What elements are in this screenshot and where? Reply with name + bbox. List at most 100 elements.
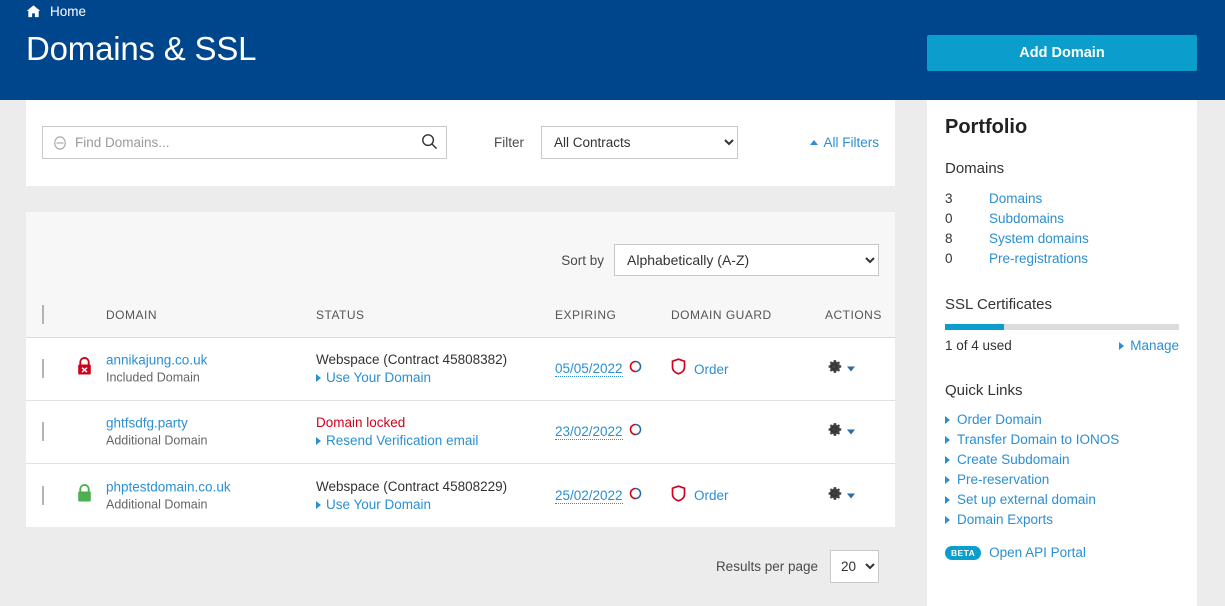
results-per-page-label: Results per page [715,559,818,574]
domain-link[interactable]: annikajung.co.uk [106,352,207,369]
search-box[interactable] [42,126,447,159]
column-header-domain-guard: DOMAIN GUARD [671,307,772,322]
add-domain-button[interactable]: Add Domain [927,35,1197,71]
quick-link-order-domain[interactable]: Order Domain [945,410,1179,430]
chevron-right-icon [945,496,950,504]
quick-link-transfer-domain[interactable]: Transfer Domain to IONOS [945,430,1179,450]
ssl-used-label: 1 of 4 used [945,338,1012,353]
domain-type-label: Included Domain [106,370,200,385]
page-root: Home Domains & SSL Add Domain Find Domai… [0,0,1225,606]
ssl-manage-label: Manage [1130,338,1179,353]
status-text: Webspace (Contract 45808382) [316,352,508,367]
quick-link-label: Pre-reservation [957,472,1050,487]
quick-link-pre-reservation[interactable]: Pre-reservation [945,470,1179,490]
ssl-manage-link[interactable]: Manage [1119,338,1179,353]
status-cell: Webspace (Contract 45808229) Use Your Do… [316,478,507,514]
sort-label: Sort by [561,252,604,268]
row-checkbox-wrapper [42,359,44,378]
actions-cell [825,484,855,507]
status-action-link[interactable]: Use Your Domain [316,496,507,514]
ssl-certificates-heading: SSL Certificates [945,296,1052,313]
ssl-status-row: 1 of 4 used Manage [945,338,1179,353]
row-checkbox-wrapper [42,485,44,505]
magnifier-icon [421,133,438,153]
sort-select[interactable]: Alphabetically (A-Z) [614,244,879,276]
quick-link-label: Transfer Domain to IONOS [957,432,1120,447]
row-checkbox-wrapper [42,422,44,441]
search-submit-button[interactable] [412,127,446,158]
stat-link-subdomains[interactable]: Subdomains [989,209,1064,229]
open-api-portal-label: Open API Portal [989,545,1086,560]
chevron-right-icon [316,437,321,445]
gear-icon [825,484,843,507]
row-select-checkbox[interactable] [42,359,44,378]
chevron-right-icon [945,456,950,464]
renew-icon[interactable] [629,487,642,505]
stat-count: 0 [945,211,953,226]
table-toolbar: Sort by Alphabetically (A-Z) DOMAIN STAT… [26,212,895,338]
renew-icon[interactable] [629,360,642,378]
expiring-date-link[interactable]: 05/05/2022 [555,361,623,377]
domain-link[interactable]: ghtfsdfg.party [106,415,207,432]
quick-link-set-up-external-domain[interactable]: Set up external domain [945,490,1179,510]
status-text: Webspace (Contract 45808229) [316,478,508,494]
expiring-date-link[interactable]: 23/02/2022 [555,424,623,440]
domain-guard-order-link[interactable]: Order [694,362,729,377]
chevron-down-icon [847,366,855,372]
row-actions-menu-button[interactable] [825,421,855,444]
open-api-portal-link[interactable]: BETA Open API Portal [945,545,1179,560]
domain-link[interactable]: phptestdomain.co.uk [106,478,231,495]
filter-label: Filter [494,135,524,150]
quick-link-label: Create Subdomain [957,452,1070,467]
portfolio-title: Portfolio [945,116,1028,138]
filter-panel: Filter All Contracts All Filters [26,100,895,186]
row-actions-menu-button[interactable] [825,358,855,381]
stat-link-pre-registrations[interactable]: Pre-registrations [989,249,1088,269]
gear-icon [825,358,843,381]
status-action-label: Resend Verification email [326,433,479,448]
status-cell: Domain locked Resend Verification email [316,414,478,450]
row-select-checkbox[interactable] [42,422,44,441]
select-all-checkbox[interactable] [42,304,44,324]
stat-link-system-domains[interactable]: System domains [989,229,1089,249]
sort-control: Sort by Alphabetically (A-Z) [561,244,879,276]
domain-cell: phptestdomain.co.uk Additional Domain [106,478,231,513]
status-action-link[interactable]: Use Your Domain [316,369,507,387]
domain-guard-cell: Order [671,484,729,507]
all-filters-toggle[interactable]: All Filters [810,135,879,150]
stat-count: 3 [945,191,953,206]
column-header-status: STATUS [316,307,365,322]
contract-filter-select[interactable]: All Contracts [541,126,738,159]
chevron-right-icon [1119,341,1125,350]
lock-red-icon [76,356,93,382]
domain-type-label: Additional Domain [106,433,208,448]
page-title: Domains & SSL [26,30,257,67]
chevron-right-icon [945,476,950,484]
stat-link-domains[interactable]: Domains [989,189,1042,209]
list-item: 8 System domains [945,229,1179,249]
expiring-date-link[interactable]: 25/02/2022 [555,488,623,504]
list-item: 0 Pre-registrations [945,249,1179,269]
chevron-right-icon [945,416,950,424]
row-select-checkbox[interactable] [42,485,44,505]
domain-guard-order-link[interactable]: Order [694,488,729,503]
all-filters-label: All Filters [823,135,879,150]
row-actions-menu-button[interactable] [825,484,855,507]
breadcrumb[interactable]: Home [26,4,86,19]
renew-icon[interactable] [629,423,642,441]
search-input[interactable] [75,135,412,150]
list-item: 3 Domains [945,189,1179,209]
quick-links-list: Order Domain Transfer Domain to IONOS Cr… [945,410,1179,530]
table-header-row: DOMAIN STATUS EXPIRING DOMAIN GUARD ACTI… [26,292,895,338]
breadcrumb-home-label: Home [50,4,87,19]
status-action-link[interactable]: Resend Verification email [316,432,478,450]
quick-link-domain-exports[interactable]: Domain Exports [945,510,1179,530]
stat-count: 8 [945,231,953,246]
list-item: 0 Subdomains [945,209,1179,229]
table-row: ghtfsdfg.party Additional Domain Domain … [26,401,895,464]
portfolio-stats: 3 Domains 0 Subdomains 8 System domains … [945,189,1179,269]
results-per-page-select[interactable]: 20 [830,550,879,583]
chevron-right-icon [316,374,321,382]
quick-link-create-subdomain[interactable]: Create Subdomain [945,450,1179,470]
quick-links-heading: Quick Links [945,382,1023,399]
